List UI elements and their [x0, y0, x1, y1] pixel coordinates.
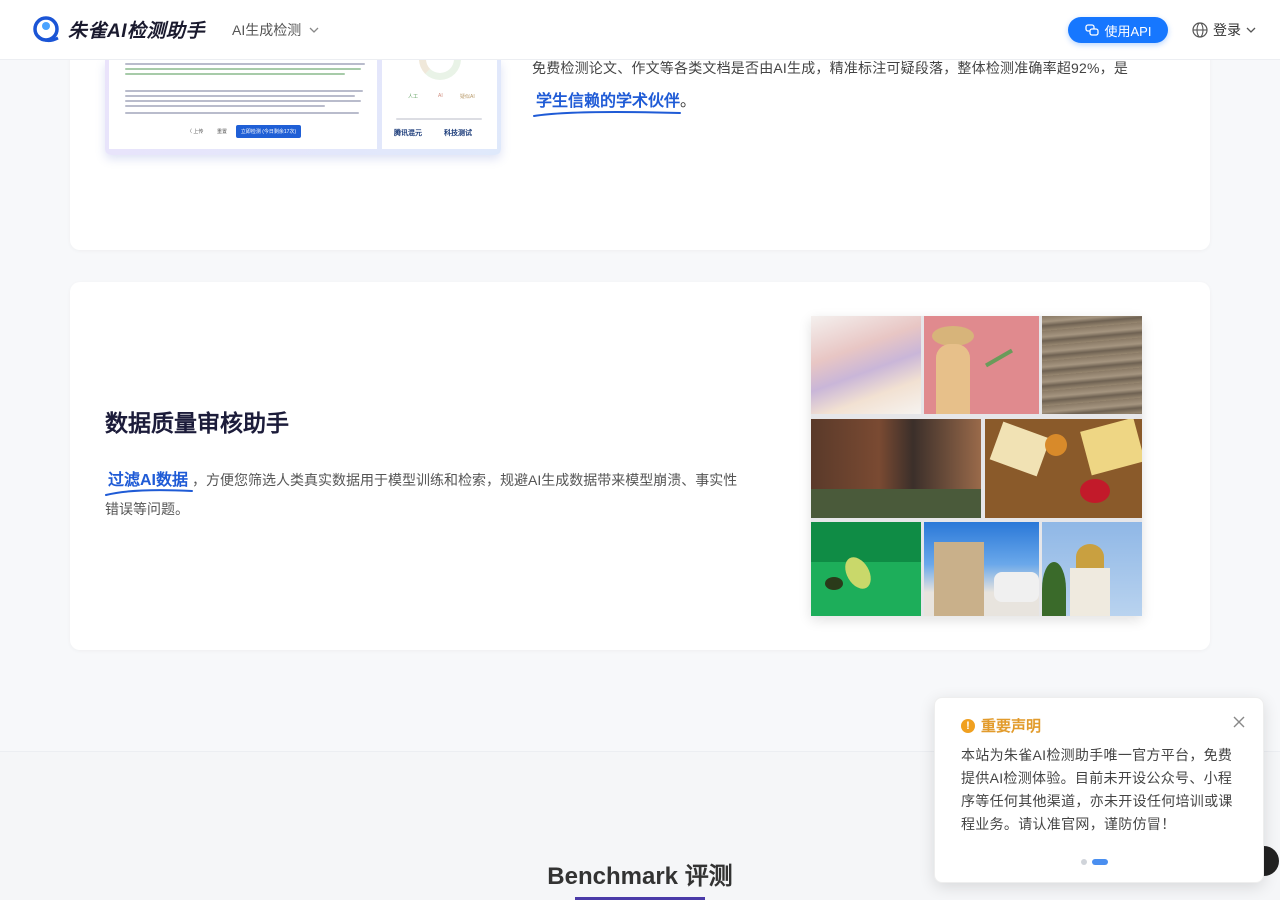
notice-pagination [1081, 859, 1108, 865]
image-collage [811, 316, 1142, 616]
collage-image-street [811, 419, 981, 518]
highlight-underline-stroke [533, 111, 681, 117]
login-label: 登录 [1213, 22, 1241, 38]
preview-detect-button: 立即检测 (今日剩余17次) [236, 125, 301, 138]
collage-image-wood [1042, 316, 1142, 414]
preview-prev-label: 〈 上传 [187, 129, 204, 135]
warning-icon: ! [961, 718, 975, 733]
student-feature-description: 免费检测论文、作文等各类文档是否由AI生成，精准标注可疑段落，整体检测准确率超9… [532, 60, 1129, 76]
use-api-label: 使用API [1104, 23, 1152, 39]
preview-legend-human: 人工 [408, 94, 419, 100]
api-chat-icon [1084, 24, 1099, 36]
student-highlight-suffix: 。 [680, 93, 697, 110]
pagination-dot-active[interactable] [1092, 859, 1108, 865]
chevron-down-icon [1246, 27, 1256, 33]
collage-image-mosque [1042, 522, 1142, 616]
globe-icon [1192, 22, 1208, 38]
preview-legend-ai: AI [438, 93, 443, 99]
collage-image-ruins [924, 522, 1039, 616]
top-header: 朱雀AI检测助手 AI生成检测 使用API 登录 [0, 0, 1280, 60]
preview-reset-label: 重置 [217, 129, 228, 135]
collage-image-cheese [985, 419, 1142, 518]
nav-dropdown-ai-detect[interactable]: AI生成检测 [232, 20, 319, 40]
notice-body: 本站为朱雀AI检测助手唯一官方平台，免费提供AI检测体验。目前未开设公众号、小程… [961, 747, 1233, 832]
collage-image-hat-woman [924, 316, 1039, 414]
detection-preview-image: 〈 上传 重置 立即检测 (今日剩余17次) 人工 AI 疑似AI 腾讯混元 科… [105, 60, 501, 155]
logo[interactable]: 朱雀AI检测助手 [32, 14, 205, 44]
notice-title: ! 重要声明 [961, 715, 1041, 736]
data-quality-title: 数据质量审核助手 [105, 410, 289, 436]
preview-brand-left: 腾讯混元 [394, 130, 422, 137]
collage-image-avocado [811, 522, 921, 616]
login-dropdown[interactable]: 登录 [1192, 20, 1256, 40]
logo-icon [33, 16, 59, 43]
collage-image-fish [811, 316, 921, 414]
preview-legend-suspect: 疑似AI [460, 94, 475, 100]
logo-text: 朱雀AI检测助手 [68, 20, 206, 42]
important-notice-popup: ! 重要声明 本站为朱雀AI检测助手唯一官方平台，免费提供AI检测体验。目前未开… [934, 697, 1264, 883]
close-icon[interactable] [1231, 714, 1247, 730]
pagination-dot[interactable] [1081, 859, 1087, 865]
preview-brand-right: 科技测试 [444, 130, 472, 137]
notice-title-text: 重要声明 [981, 718, 1042, 735]
nav-dropdown-label: AI生成检测 [232, 22, 302, 38]
chevron-down-icon [309, 27, 319, 33]
data-quality-description: ，方便您筛选人类真实数据用于模型训练和检索，规避AI生成数据带来模型崩溃、事实性… [105, 472, 738, 517]
use-api-button[interactable]: 使用API [1068, 17, 1168, 43]
